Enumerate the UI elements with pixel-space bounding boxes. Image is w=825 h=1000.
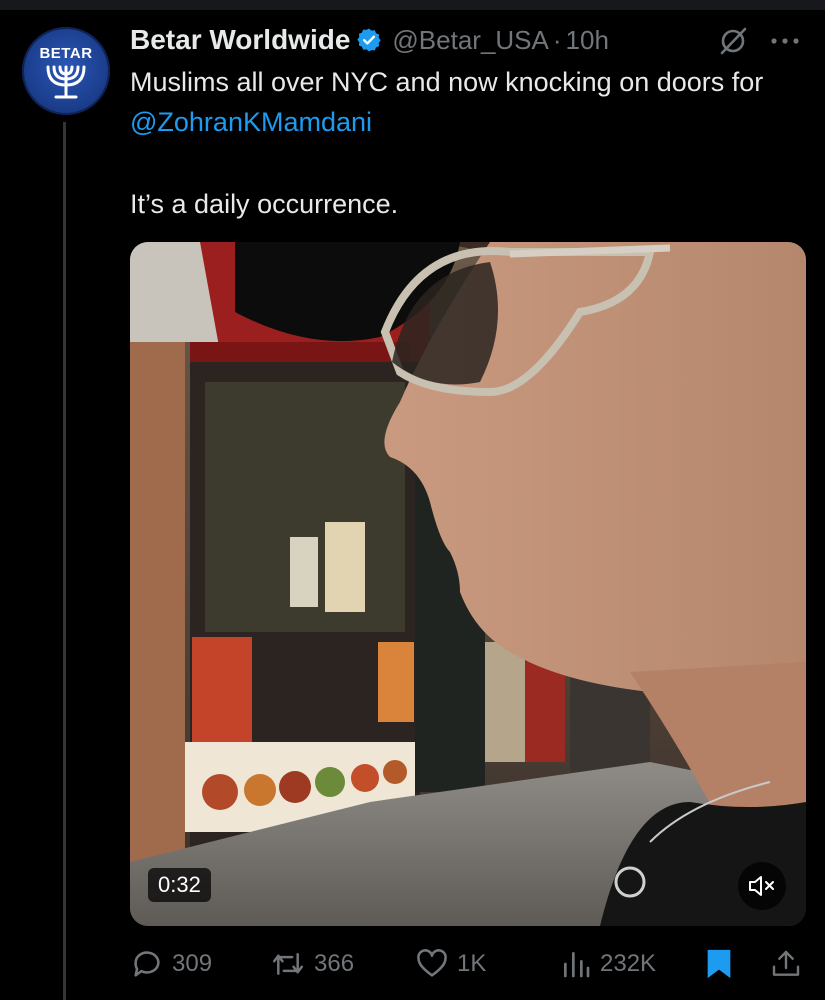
reply-count: 309 bbox=[172, 950, 213, 977]
avatar[interactable]: BETAR bbox=[22, 27, 110, 115]
repost-count: 366 bbox=[314, 950, 355, 977]
action-bar: 309 366 1K 232K bbox=[130, 944, 806, 984]
video-frame bbox=[130, 242, 806, 926]
reply-button[interactable]: 309 bbox=[130, 944, 212, 984]
time-separator: · bbox=[552, 24, 562, 55]
thread-line bbox=[63, 122, 66, 1000]
mute-button[interactable] bbox=[738, 862, 786, 910]
menorah-icon bbox=[46, 65, 86, 99]
repost-button[interactable]: 366 bbox=[270, 944, 354, 984]
author-handle[interactable]: @Betar_USA bbox=[392, 25, 548, 56]
repost-icon bbox=[272, 953, 304, 975]
reply-icon bbox=[134, 951, 160, 977]
like-button[interactable]: 1K bbox=[415, 944, 486, 984]
mention-link[interactable]: @ZohranKMamdani bbox=[130, 107, 372, 137]
top-edge bbox=[0, 0, 825, 10]
share-icon bbox=[772, 950, 800, 976]
like-icon bbox=[417, 949, 447, 977]
views-button[interactable]: 232K bbox=[560, 944, 656, 984]
bookmark-button[interactable] bbox=[704, 944, 734, 984]
tweet-header: Betar Worldwide @Betar_USA · 10h bbox=[130, 22, 609, 58]
author-name[interactable]: Betar Worldwide bbox=[130, 24, 350, 56]
share-button[interactable] bbox=[770, 944, 802, 984]
tweet-text-second: It’s a daily occurrence. bbox=[130, 189, 399, 219]
avatar-logo-text: BETAR bbox=[39, 45, 93, 62]
verified-badge-icon[interactable] bbox=[356, 27, 382, 53]
tweet-text: Muslims all over NYC and now knocking on… bbox=[130, 62, 790, 142]
grok-icon[interactable] bbox=[718, 26, 748, 61]
more-icon[interactable] bbox=[770, 34, 800, 52]
views-icon bbox=[564, 952, 590, 978]
mute-icon bbox=[749, 876, 774, 896]
bookmark-icon bbox=[707, 949, 731, 979]
like-count: 1K bbox=[457, 950, 487, 977]
views-count: 232K bbox=[600, 950, 657, 977]
tweet-text-body: Muslims all over NYC and now knocking on… bbox=[130, 67, 764, 97]
post-time[interactable]: 10h bbox=[566, 25, 609, 56]
video-duration: 0:32 bbox=[148, 868, 211, 902]
video-player[interactable]: 0:32 bbox=[130, 242, 806, 926]
